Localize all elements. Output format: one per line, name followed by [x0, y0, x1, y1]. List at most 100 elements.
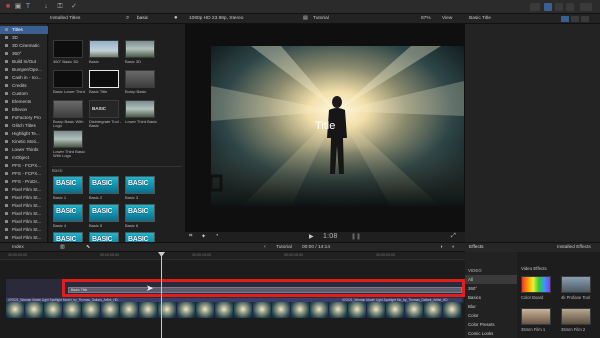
sidebar-item[interactable]: PFS - ProDr...	[0, 178, 48, 186]
sidebar-item[interactable]: Bumper/Ope...	[0, 66, 48, 74]
sidebar-item-label: Cash in - Ico...	[12, 75, 42, 80]
basic-thumbnail[interactable]: BASIC	[53, 176, 83, 194]
clear-search-icon[interactable]: ●	[174, 15, 178, 21]
view-timeline-icon[interactable]	[555, 3, 563, 11]
enhance-icon[interactable]: ✦	[201, 233, 206, 240]
sidebar-item[interactable]: Glitch Titles	[0, 122, 48, 130]
basic-thumbnail[interactable]: BASIC	[89, 176, 119, 194]
transform-icon[interactable]: ⌗	[189, 233, 192, 240]
filmstrip-frame	[310, 302, 329, 318]
photos-icon[interactable]: ▣	[14, 3, 22, 11]
sidebar-item[interactable]: Lower Thirds	[0, 146, 48, 154]
effects-category[interactable]: 360°	[465, 284, 517, 293]
share-icon[interactable]	[530, 3, 540, 11]
sidebar-item[interactable]: PFS - FCPX...	[0, 162, 48, 170]
play-icon[interactable]: ▶	[309, 233, 314, 240]
sidebar-item[interactable]: Pixel Film St...	[0, 194, 48, 202]
title-thumbnail[interactable]	[53, 40, 83, 58]
title-thumbnail[interactable]	[53, 130, 83, 148]
project-name: Tutorial	[313, 16, 329, 21]
sidebar-item[interactable]: Kinetic Moti...	[0, 138, 48, 146]
effects-category[interactable]: Color Presets	[465, 320, 517, 329]
audio-skim-icon[interactable]: ◖	[440, 244, 443, 250]
text-inspector-icon[interactable]	[561, 16, 569, 22]
sidebar-item[interactable]: Elements	[0, 98, 48, 106]
sidebar-item[interactable]: PFS - FCPX...	[0, 170, 48, 178]
zoom-menu[interactable]: 87%	[421, 16, 431, 21]
basic-thumbnail[interactable]: BASIC	[125, 176, 155, 194]
select-tool-icon[interactable]: ⬉	[86, 244, 90, 250]
title-thumbnail-label: Basic 3D	[125, 59, 142, 64]
basic-thumbnail[interactable]: BASIC	[89, 204, 119, 222]
playhead[interactable]	[161, 252, 162, 338]
video-clip-filmstrip[interactable]	[6, 302, 462, 318]
sidebar-item-label: Highlight Te...	[12, 131, 40, 136]
sidebar-item[interactable]: 3D Cinematic	[0, 42, 48, 50]
video-inspector-icon[interactable]	[571, 16, 579, 22]
library-icon[interactable]: ■	[4, 3, 12, 11]
viewer-header: 1080p HD 23.98p, Stereo ▤ Tutorial 87% V…	[185, 14, 465, 24]
effects-category[interactable]: Color	[465, 311, 517, 320]
sidebar-item[interactable]: Cash in - Ico...	[0, 74, 48, 82]
title-thumbnail[interactable]	[125, 40, 155, 58]
sidebar-item[interactable]: FxFactory Pro	[0, 114, 48, 122]
effects-category[interactable]: Comic Looks	[465, 329, 517, 338]
title-thumbnail[interactable]	[53, 70, 83, 88]
check-icon[interactable]: ✓	[70, 3, 78, 11]
effect-thumbnail[interactable]	[561, 308, 591, 325]
solo-icon[interactable]: ◐	[452, 244, 455, 250]
video-frame[interactable]: Title	[211, 46, 464, 207]
basic-thumbnail[interactable]: BASIC	[53, 204, 83, 222]
import-icon[interactable]: ↓	[42, 3, 50, 11]
sidebar-item[interactable]: Ellevon	[0, 106, 48, 114]
title-thumbnail[interactable]: BASIC	[89, 100, 119, 118]
timeline-ruler[interactable]: 00:00:00:00 00:00:05:00 00:00:10:00 00:00:1…	[0, 252, 487, 260]
sidebar-item-label: Pixel Film St...	[12, 195, 42, 200]
sidebar-item[interactable]: Pixel Film St...	[0, 186, 48, 194]
title-thumbnail[interactable]	[125, 100, 155, 118]
effects-category[interactable]: All	[465, 275, 517, 284]
sidebar-item[interactable]: Pixel Film St...	[0, 226, 48, 234]
sidebar-item[interactable]: mObject	[0, 154, 48, 162]
clip-appearance-icon[interactable]: ▥	[60, 244, 65, 250]
effects-section-label: Video Effects	[521, 266, 547, 271]
title-thumbnail[interactable]	[89, 40, 119, 58]
index-button[interactable]: Index	[12, 245, 24, 250]
title-thumbnail[interactable]	[125, 70, 155, 88]
sidebar-item[interactable]: Pixel Film St...	[0, 218, 48, 226]
sidebar-item[interactable]: Credits	[0, 82, 48, 90]
effect-thumbnail[interactable]	[521, 276, 551, 293]
fullscreen-icon[interactable]: ⤢	[451, 233, 456, 240]
key-icon[interactable]: ⚿	[56, 3, 64, 11]
effect-thumbnail[interactable]	[521, 308, 551, 325]
sidebar-item[interactable]: 3D	[0, 34, 48, 42]
sidebar-item[interactable]: Titles	[0, 26, 48, 34]
export-icon[interactable]	[580, 3, 592, 11]
titles-icon[interactable]: T	[24, 3, 32, 11]
view-browser-icon[interactable]	[544, 3, 552, 11]
sidebar-item[interactable]: Pixel Film St...	[0, 202, 48, 210]
sidebar-item[interactable]: Custom	[0, 90, 48, 98]
sidebar-item[interactable]: 360°	[0, 50, 48, 58]
installed-effects-menu[interactable]: Installed Effects	[557, 245, 591, 250]
sidebar-item[interactable]: Pixel Film St...	[0, 234, 48, 242]
browser-title[interactable]: Installed Titles	[50, 16, 80, 21]
view-inspector-icon[interactable]	[566, 3, 574, 11]
back-icon[interactable]: ‹	[264, 244, 266, 250]
sidebar-item[interactable]: Build In/Out	[0, 58, 48, 66]
search-input[interactable]: basic	[137, 16, 148, 21]
effects-category[interactable]: VIDEO	[465, 266, 517, 275]
title-overlay[interactable]: Title	[315, 120, 335, 132]
title-thumbnail[interactable]	[89, 70, 119, 88]
effects-category[interactable]: Blur	[465, 302, 517, 311]
sidebar-item[interactable]: Pixel Film St...	[0, 210, 48, 218]
info-inspector-icon[interactable]	[581, 16, 589, 22]
view-menu[interactable]: View	[442, 16, 452, 21]
effects-category[interactable]: Basics	[465, 293, 517, 302]
effect-thumbnail[interactable]	[561, 276, 591, 293]
sidebar-item[interactable]: Highlight Te...	[0, 130, 48, 138]
title-thumbnail[interactable]	[53, 100, 83, 118]
speed-icon[interactable]: ◔	[215, 233, 219, 239]
timeline-project[interactable]: Tutorial	[276, 245, 292, 250]
basic-thumbnail[interactable]: BASIC	[125, 204, 155, 222]
